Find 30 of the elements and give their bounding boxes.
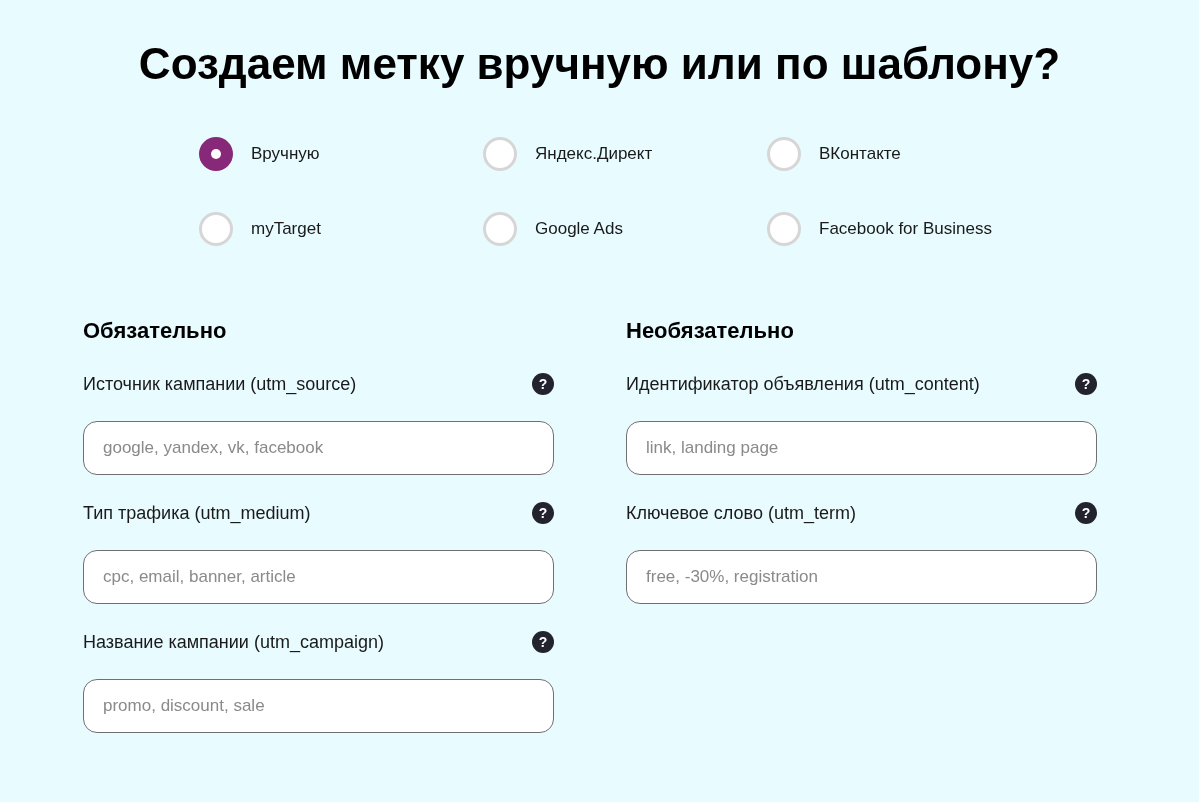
option-label[interactable]: myTarget	[251, 216, 321, 242]
option-label[interactable]: Яндекс.Директ	[535, 141, 653, 167]
radio-button[interactable]	[483, 212, 517, 246]
radio-button[interactable]	[767, 137, 801, 171]
field-label: Идентификатор объявления (utm_content)	[626, 372, 980, 397]
option-label[interactable]: Вручную	[251, 141, 320, 167]
input-field[interactable]: link, landing page	[626, 421, 1097, 475]
option-label[interactable]: ВКонтакте	[819, 141, 901, 167]
radio-button[interactable]	[767, 212, 801, 246]
input-field[interactable]: google, yandex, vk, facebook	[83, 421, 554, 475]
section-heading: Необязательно	[626, 317, 795, 345]
radio-button[interactable]	[199, 137, 233, 171]
field-label: Название кампании (utm_campaign)	[83, 630, 384, 655]
help-icon[interactable]: ?	[532, 502, 554, 524]
help-icon[interactable]: ?	[532, 373, 554, 395]
input-field[interactable]: promo, discount, sale	[83, 679, 554, 733]
help-icon[interactable]: ?	[1075, 373, 1097, 395]
page-title: Создаем метку вручную или по шаблону?	[138, 38, 1061, 90]
option-label[interactable]: Google Ads	[535, 216, 623, 242]
radio-button[interactable]	[483, 137, 517, 171]
field-label: Источник кампании (utm_source)	[83, 372, 357, 397]
field-label: Тип трафика (utm_medium)	[83, 501, 311, 526]
section-heading: Обязательно	[83, 317, 228, 345]
radio-button[interactable]	[199, 212, 233, 246]
field-label: Ключевое слово (utm_term)	[626, 501, 856, 526]
help-icon[interactable]: ?	[532, 631, 554, 653]
help-icon[interactable]: ?	[1075, 502, 1097, 524]
option-label[interactable]: Facebook for Business	[819, 216, 992, 242]
input-field[interactable]: cpc, email, banner, article	[83, 550, 554, 604]
input-field[interactable]: free, -30%, registration	[626, 550, 1097, 604]
